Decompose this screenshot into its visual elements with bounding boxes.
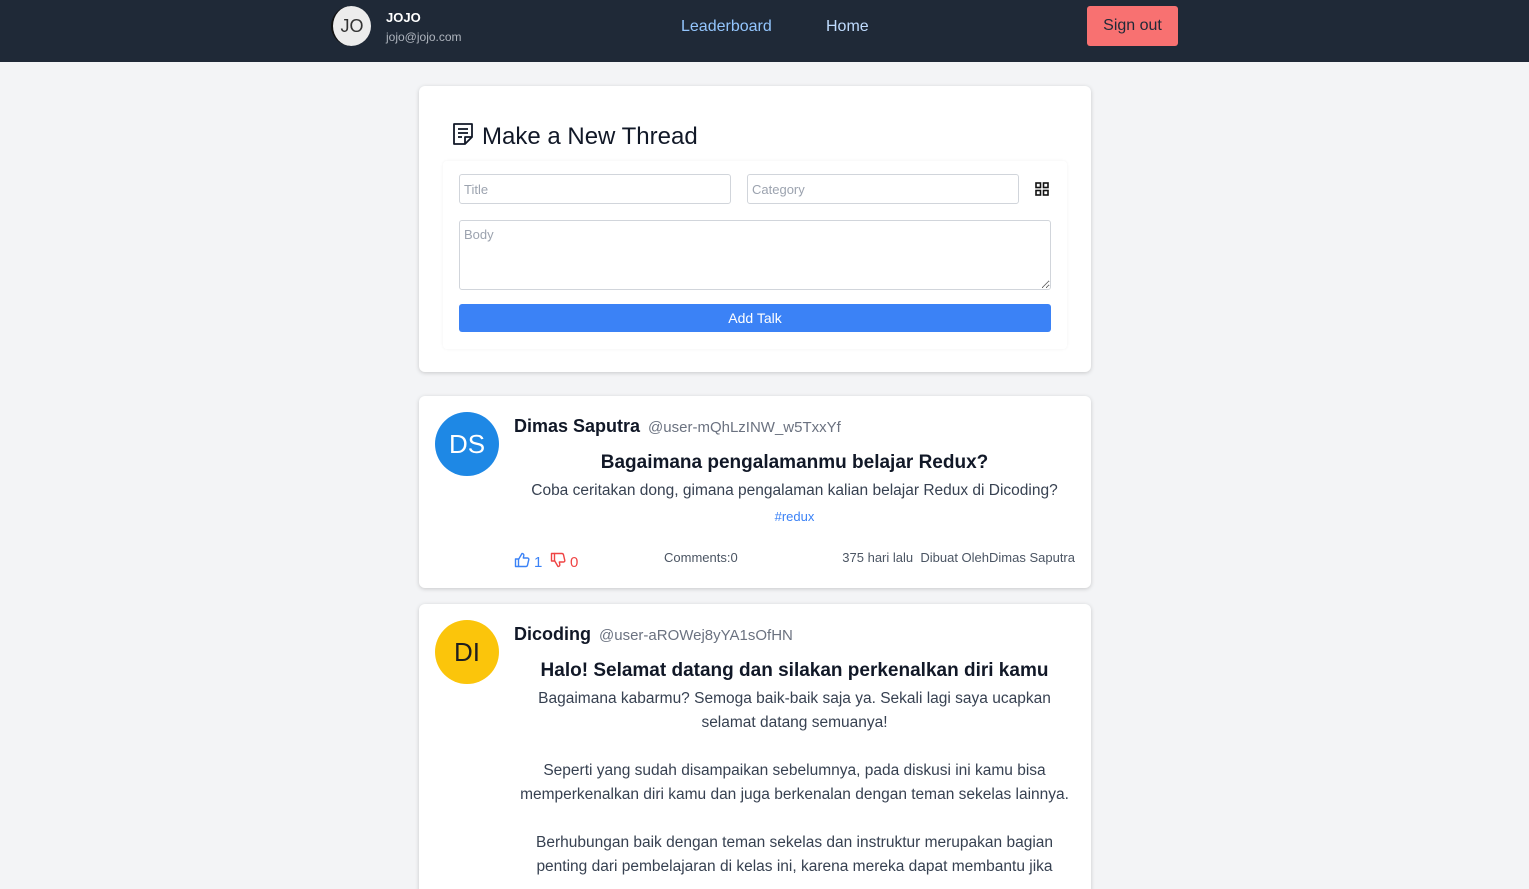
owner-avatar: DI	[435, 620, 499, 684]
new-thread-title: Make a New Thread	[482, 122, 698, 150]
upvote-button[interactable]: 1	[514, 552, 542, 572]
thread-body-paragraph: Berhubungan baik dengan teman sekelas da…	[535, 834, 1054, 875]
new-thread-form: Add Talk	[443, 161, 1067, 349]
downvote-button[interactable]: 0	[550, 552, 578, 572]
thread-body-paragraph: Coba ceritakan dong, gimana pengalaman k…	[531, 482, 1058, 499]
thread-title[interactable]: Halo! Selamat datang dan silakan perkena…	[514, 658, 1075, 684]
thumbs-up-icon	[514, 552, 534, 572]
thread-card: DI Dicoding @user-aROWej8yYA1sOfHN Halo!…	[419, 604, 1091, 889]
owner-name: Dicoding	[514, 624, 591, 644]
user-name: JOJO	[386, 9, 421, 25]
thumbs-down-icon	[550, 552, 570, 572]
body-textarea[interactable]	[459, 220, 1051, 290]
thread-category: #redux	[774, 509, 815, 524]
category-input[interactable]	[747, 174, 1019, 204]
thread-title[interactable]: Bagaimana pengalamanmu belajar Redux?	[514, 450, 1075, 476]
navbar: JO JOJO jojo@jojo.com Leaderboard Home S…	[0, 0, 1529, 62]
add-talk-button[interactable]: Add Talk	[459, 304, 1051, 332]
note-icon	[452, 122, 474, 151]
upvote-count: 1	[534, 553, 543, 571]
title-input[interactable]	[459, 174, 731, 204]
current-user: JO JOJO jojo@jojo.com	[331, 6, 462, 46]
new-thread-card: Make a New Thread Add Talk	[419, 86, 1091, 372]
sign-out-button[interactable]: Sign out	[1087, 6, 1178, 46]
thread-body: Bagaimana kabarmu? Semoga baik-baik saja…	[514, 687, 1075, 879]
comments-count: Comments:0	[664, 550, 738, 565]
thread-footer: 1 0 Comments:0 375 hari lalu Dibuat Oleh…	[514, 550, 1075, 572]
created-info: 375 hari lalu Dibuat OlehDimas Saputra	[842, 550, 1075, 565]
thread-card: DS Dimas Saputra @user-mQhLzINW_w5TxxYf …	[419, 396, 1091, 588]
user-email: jojo@jojo.com	[386, 29, 462, 44]
thread-body: Coba ceritakan dong, gimana pengalaman k…	[514, 479, 1075, 503]
downvote-count: 0	[570, 553, 579, 571]
nav-leaderboard-link[interactable]: Leaderboard	[681, 17, 772, 37]
created-time: 375 hari lalu	[842, 550, 914, 565]
thread-body-paragraph: Bagaimana kabarmu? Semoga baik-baik saja…	[538, 690, 1051, 731]
user-avatar[interactable]: JO	[331, 6, 371, 46]
grid-icon[interactable]	[1035, 182, 1049, 196]
owner-name: Dimas Saputra	[514, 416, 641, 436]
owner-id: @user-aROWej8yYA1sOfHN	[599, 627, 793, 644]
nav-home-link[interactable]: Home	[826, 17, 869, 37]
owner-avatar: DS	[435, 412, 499, 476]
owner-id: @user-mQhLzINW_w5TxxYf	[648, 419, 841, 436]
thread-body-paragraph: Seperti yang sudah disampaikan sebelumny…	[520, 762, 1069, 803]
created-by: Dibuat OlehDimas Saputra	[920, 550, 1075, 565]
new-thread-heading: Make a New Thread	[452, 122, 698, 151]
